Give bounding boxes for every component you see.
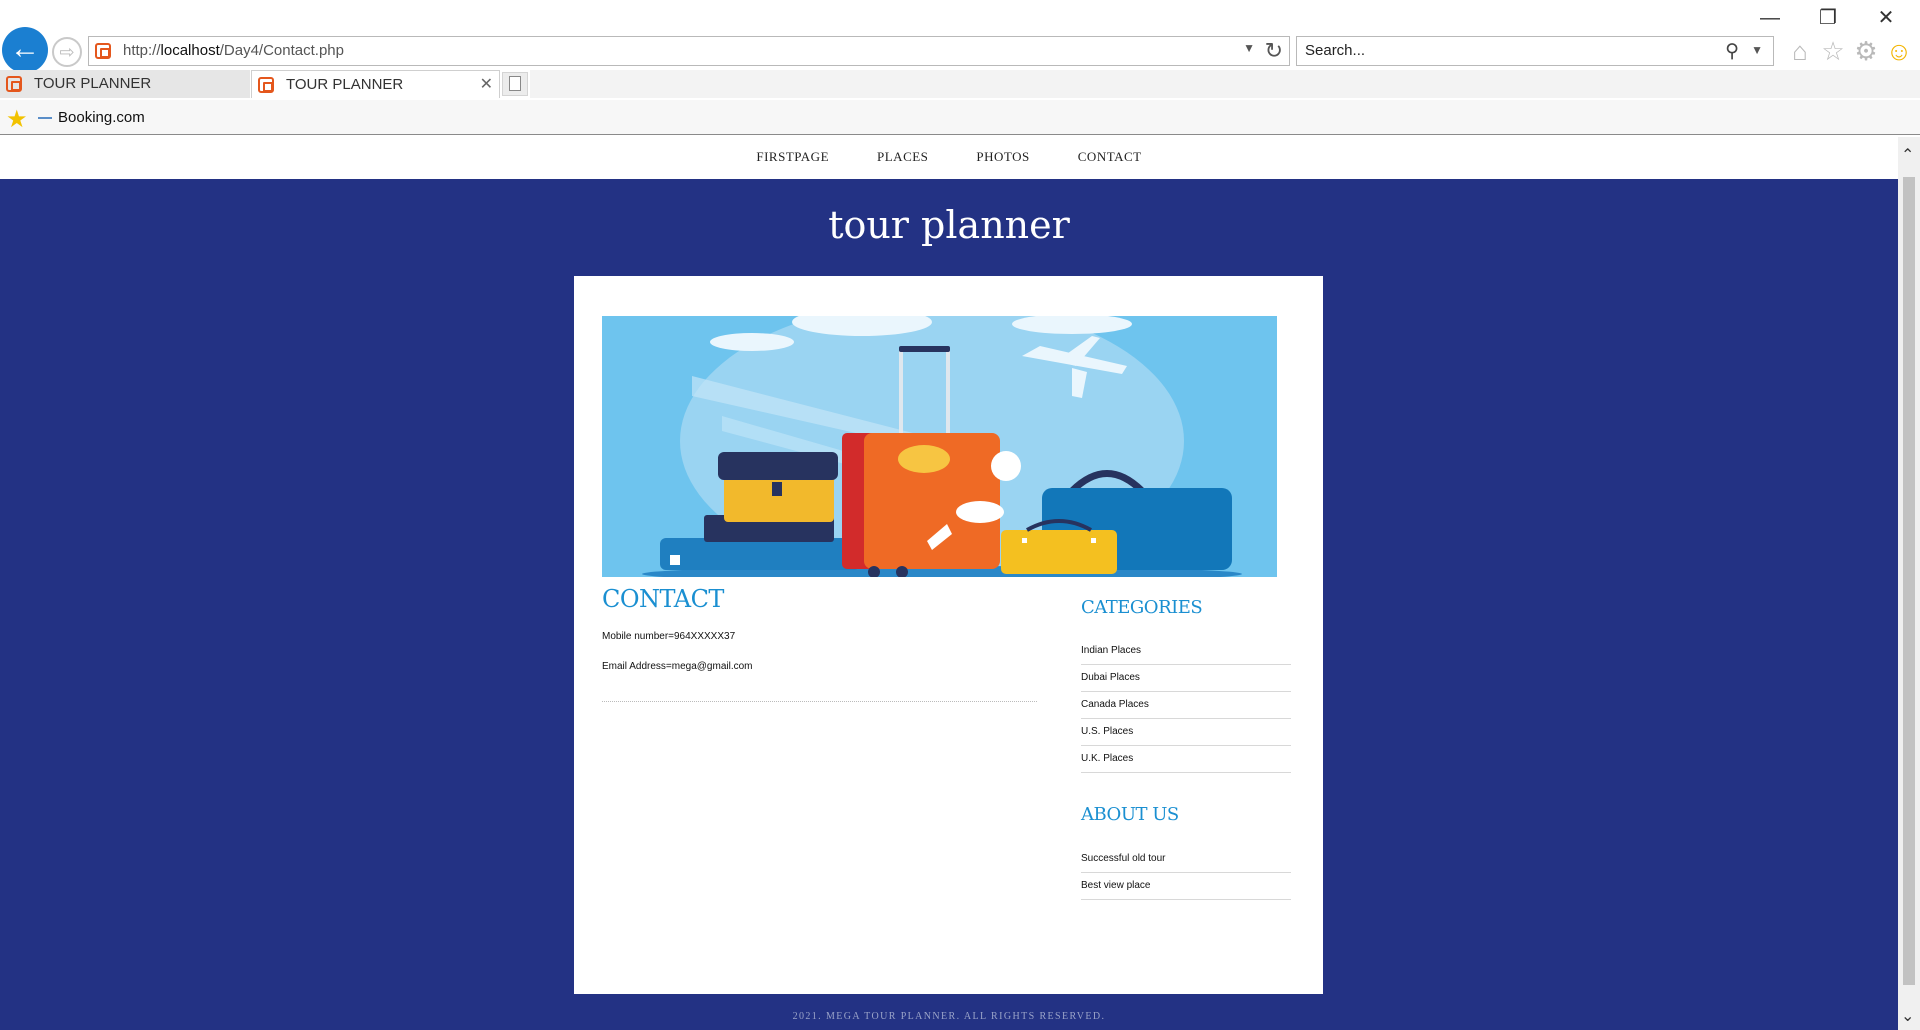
- about-link-successful-old-tour[interactable]: Successful old tour: [1081, 846, 1291, 873]
- luggage-banner-image: [602, 316, 1277, 577]
- search-input[interactable]: [1305, 42, 1705, 59]
- tab-label: TOUR PLANNER: [34, 75, 152, 92]
- contact-email: Email Address=mega@gmail.com: [602, 661, 753, 672]
- about-list: Successful old tour Best view place: [1081, 846, 1291, 900]
- categories-heading: CATEGORIES: [1081, 597, 1203, 618]
- close-tab-icon[interactable]: ✕: [480, 74, 493, 94]
- home-icon[interactable]: ⌂: [1785, 36, 1815, 66]
- tab-tour-planner-2[interactable]: TOUR PLANNER ✕: [251, 70, 500, 98]
- browser-chrome: — ❐ ✕ ← ⇨ http://localhost/Day4/Contact.…: [0, 0, 1920, 137]
- address-dropdown-icon[interactable]: ▼: [1243, 41, 1255, 55]
- star-icon[interactable]: ☆: [1818, 36, 1848, 66]
- tab-label: TOUR PLANNER: [286, 76, 404, 93]
- nav-links: FIRSTPAGE PLACES PHOTOS CONTACT: [0, 149, 1898, 165]
- nav-link-firstpage[interactable]: FIRSTPAGE: [756, 149, 829, 165]
- category-link-canada-places[interactable]: Canada Places: [1081, 692, 1291, 719]
- about-heading: ABOUT US: [1081, 804, 1179, 825]
- site-title: tour planner: [828, 203, 1070, 247]
- tab-tour-planner-1[interactable]: TOUR PLANNER: [0, 70, 250, 98]
- page-viewport: FIRSTPAGE PLACES PHOTOS CONTACT tour pla…: [0, 137, 1898, 1030]
- back-arrow-icon[interactable]: ←: [2, 27, 48, 73]
- scroll-up-icon[interactable]: ⌃: [1901, 145, 1914, 165]
- nav-link-photos[interactable]: PHOTOS: [976, 149, 1029, 165]
- content-card: CONTACT Mobile number=964XXXXX37 Email A…: [574, 276, 1323, 994]
- contact-mobile: Mobile number=964XXXXX37: [602, 631, 736, 642]
- minimize-icon[interactable]: —: [1750, 6, 1790, 30]
- address-url[interactable]: http://localhost/Day4/Contact.php: [123, 42, 344, 59]
- vertical-scrollbar[interactable]: ⌃ ⌄: [1898, 137, 1920, 1030]
- gear-icon[interactable]: ⚙: [1851, 36, 1881, 66]
- luggage-illustration: [602, 316, 1277, 577]
- scroll-down-icon[interactable]: ⌄: [1901, 1006, 1914, 1026]
- favorites-bar: ★ Booking.com: [0, 100, 1920, 135]
- new-tab-button[interactable]: [502, 72, 528, 96]
- refresh-icon[interactable]: ↻: [1265, 38, 1283, 64]
- category-link-dubai-places[interactable]: Dubai Places: [1081, 665, 1291, 692]
- contact-heading: CONTACT: [602, 585, 724, 613]
- tab-favicon-icon: [6, 76, 22, 92]
- restore-icon[interactable]: ❐: [1808, 6, 1848, 30]
- nav-link-places[interactable]: PLACES: [877, 149, 928, 165]
- new-tab-icon: [509, 76, 521, 91]
- category-link-us-places[interactable]: U.S. Places: [1081, 719, 1291, 746]
- search-dropdown-icon[interactable]: ▼: [1751, 43, 1763, 57]
- site-favicon-icon: [95, 43, 111, 59]
- add-favorite-star-icon[interactable]: ★: [6, 105, 28, 134]
- scroll-thumb[interactable]: [1903, 177, 1915, 985]
- contact-divider: [602, 701, 1037, 702]
- smiley-icon[interactable]: ☺: [1884, 36, 1914, 66]
- category-link-indian-places[interactable]: Indian Places: [1081, 638, 1291, 665]
- close-window-icon[interactable]: ✕: [1866, 6, 1906, 30]
- booking-favicon-icon: [38, 117, 52, 119]
- nav-link-contact[interactable]: CONTACT: [1078, 149, 1142, 165]
- about-link-best-view-place[interactable]: Best view place: [1081, 873, 1291, 900]
- tab-strip: TOUR PLANNER TOUR PLANNER ✕: [0, 70, 1920, 98]
- forward-arrow-icon[interactable]: ⇨: [52, 37, 82, 67]
- footer-copyright: 2021. MEGA TOUR PLANNER. ALL RIGHTS RESE…: [792, 1011, 1106, 1022]
- tab-favicon-icon: [258, 77, 274, 93]
- nav-scalloped-edge: [0, 173, 1898, 185]
- search-box[interactable]: ⚲ ▼: [1296, 36, 1774, 66]
- categories-list: Indian Places Dubai Places Canada Places…: [1081, 638, 1291, 773]
- favorite-link-booking[interactable]: Booking.com: [58, 109, 145, 126]
- category-link-uk-places[interactable]: U.K. Places: [1081, 746, 1291, 773]
- tab-strip-fill: [530, 70, 1920, 98]
- search-icon[interactable]: ⚲: [1725, 40, 1739, 63]
- address-bar[interactable]: http://localhost/Day4/Contact.php ▼ ↻: [88, 36, 1290, 66]
